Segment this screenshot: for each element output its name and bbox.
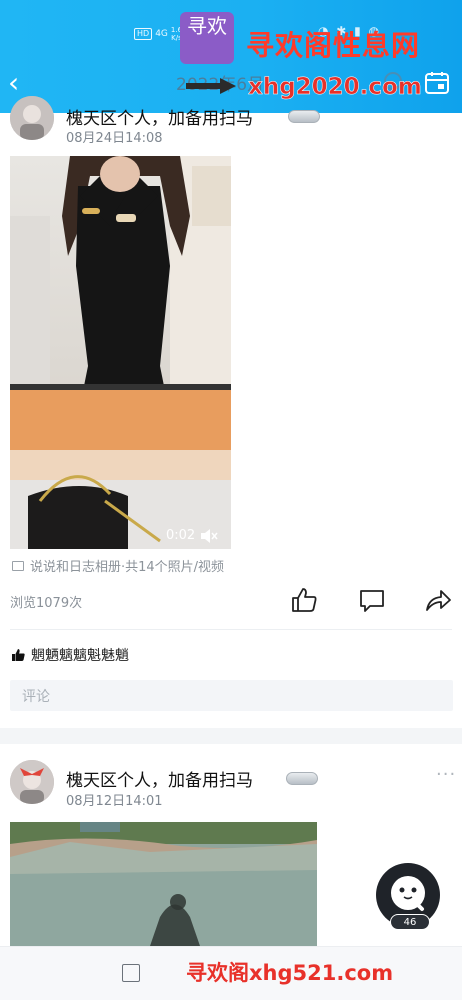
signal-indicator: 4G bbox=[155, 29, 168, 39]
select-checkbox[interactable] bbox=[122, 964, 140, 982]
watermark-bottom: 寻欢阁xhg521.com bbox=[186, 961, 394, 985]
post-video[interactable]: 0:02 bbox=[10, 156, 231, 549]
vip-badge-icon bbox=[286, 772, 318, 785]
notification-count-badge: 46 bbox=[390, 914, 430, 930]
chevron-left-icon: ‹ bbox=[8, 66, 20, 99]
top-header: HD 4G 1.6 K/s ◔ ✱ ▮ ◍ ‹ 2022年6月 寻欢 寻欢阁性息… bbox=[0, 0, 462, 113]
likes-row: 魍魉魑魑魁魅魈 bbox=[12, 645, 129, 665]
avatar[interactable] bbox=[10, 96, 54, 140]
avatar[interactable] bbox=[10, 760, 54, 804]
video-thumbnail bbox=[10, 156, 231, 549]
like-icon[interactable] bbox=[290, 586, 318, 614]
watermark-logo: 寻欢 bbox=[180, 12, 234, 64]
image-icon bbox=[12, 560, 24, 571]
album-info[interactable]: 说说和日志相册·共14个照片/视频 bbox=[12, 556, 224, 575]
watermark-site-name: 寻欢阁性息网 bbox=[246, 29, 421, 62]
post-author-name[interactable]: 槐天区个人，加备用扫马 bbox=[66, 104, 253, 129]
post-image-thumbnail bbox=[10, 822, 317, 946]
watermark-domain: xhg2020.com bbox=[248, 74, 422, 101]
calendar-icon[interactable] bbox=[424, 70, 450, 96]
likers-list[interactable]: 魍魉魑魑魁魅魈 bbox=[31, 645, 129, 665]
vip-badge-icon bbox=[288, 110, 320, 123]
video-duration: 0:02 bbox=[166, 528, 196, 543]
avatar-image bbox=[10, 96, 54, 140]
mute-icon[interactable] bbox=[200, 528, 218, 544]
status-bar-left: HD 4G 1.6 K/s bbox=[134, 26, 182, 42]
thumb-up-icon bbox=[12, 648, 25, 661]
comment-icon[interactable] bbox=[358, 586, 386, 614]
post-time: 08月12日14:01 bbox=[66, 794, 163, 809]
post-author-name[interactable]: 槐天区个人，加备用扫马 bbox=[66, 766, 253, 791]
avatar-image bbox=[10, 760, 54, 804]
album-info-text: 说说和日志相册·共14个照片/视频 bbox=[30, 560, 225, 575]
view-count: 浏览1079次 bbox=[10, 596, 83, 611]
divider bbox=[10, 629, 452, 630]
comment-input[interactable]: 评论 bbox=[10, 680, 453, 711]
share-icon[interactable] bbox=[424, 586, 452, 614]
post-time: 08月24日14:08 bbox=[66, 131, 163, 146]
post-image[interactable] bbox=[10, 822, 317, 946]
watermark-arrow-icon bbox=[186, 78, 236, 94]
hd-indicator: HD bbox=[134, 28, 153, 40]
more-options-button[interactable]: ··· bbox=[436, 764, 456, 785]
post-separator bbox=[0, 728, 462, 744]
